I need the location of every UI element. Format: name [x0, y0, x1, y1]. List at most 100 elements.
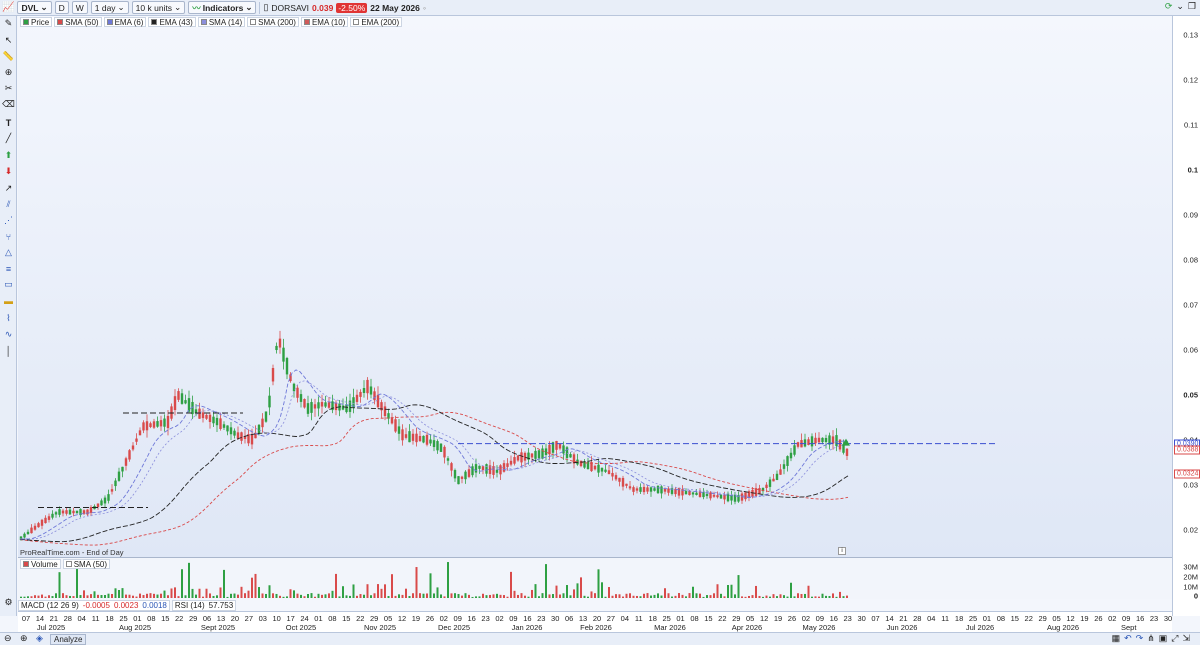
- candle-body: [299, 394, 303, 402]
- candle-body: [201, 412, 205, 419]
- candle-body: [121, 466, 124, 472]
- time-tick: 25: [119, 614, 128, 623]
- candle-body: [404, 434, 408, 438]
- legend-item[interactable]: Price: [20, 17, 53, 27]
- rectangle-icon[interactable]: ▭: [2, 278, 15, 291]
- candle-body: [772, 478, 775, 482]
- legend-item[interactable]: EMA (10): [300, 17, 349, 27]
- expand-icon[interactable]: ⇲: [1182, 633, 1190, 644]
- trendline-icon[interactable]: ╱: [2, 132, 15, 145]
- volume-bar: [237, 594, 239, 598]
- price-axis[interactable]: 0.130.120.110.10.090.080.070.060.050.040…: [1172, 16, 1200, 616]
- volume-bar: [636, 595, 638, 598]
- volume-sma-legend-item[interactable]: SMA (50): [62, 559, 111, 569]
- volume-bar: [825, 595, 827, 598]
- settings-icon[interactable]: ⚙: [2, 596, 15, 609]
- volume-tick: 10M: [1183, 582, 1198, 592]
- candle-body: [523, 452, 527, 461]
- volume-bar: [352, 584, 355, 598]
- eraser-icon[interactable]: ⌫: [2, 98, 15, 111]
- candle-body: [460, 476, 464, 479]
- volume-legend-item[interactable]: Volume: [20, 559, 61, 569]
- refresh-icon[interactable]: ⟳: [1165, 1, 1173, 12]
- down-arrow-icon[interactable]: ⬇: [2, 165, 15, 178]
- time-axis[interactable]: 07 14 21 28 04 11 18 25 01 08 15 22 29 06 13 20 27 03 10 17…: [18, 611, 1172, 641]
- candle-body: [453, 470, 457, 479]
- chevron-down-icon: ⌄: [117, 2, 125, 12]
- legend-item[interactable]: SMA (50): [54, 17, 102, 27]
- volume-tick: 30M: [1183, 562, 1198, 572]
- text-tool-icon[interactable]: T: [2, 116, 15, 129]
- interval-selector[interactable]: 1 day ⌄: [90, 1, 129, 14]
- price-tick: 0.05: [1183, 390, 1198, 400]
- scissors-icon[interactable]: ✂: [2, 82, 15, 95]
- legend-item[interactable]: EMA (6): [103, 17, 147, 27]
- candle-body: [383, 406, 387, 416]
- price-chart-area[interactable]: [18, 16, 1172, 557]
- redo-icon[interactable]: ↷: [1136, 633, 1144, 644]
- candle-body: [390, 417, 394, 424]
- candle-body: [495, 469, 499, 473]
- undo-icon[interactable]: ↶: [1124, 633, 1132, 644]
- triangle-icon[interactable]: △: [2, 246, 15, 259]
- instrument-name: DORSAVI: [271, 2, 310, 13]
- zoom-icon[interactable]: ⊕: [2, 66, 15, 79]
- candle-body: [667, 488, 670, 493]
- arrow-icon[interactable]: ↗: [2, 182, 15, 195]
- fibonacci-icon[interactable]: ≡: [2, 262, 15, 275]
- volume-bar: [583, 595, 586, 598]
- price-tick: 0.09: [1183, 210, 1198, 220]
- volume-bar: [233, 593, 236, 598]
- info-icon[interactable]: ◦: [423, 3, 426, 13]
- volume-bar: [331, 590, 334, 598]
- candle-body: [250, 434, 254, 445]
- analyze-button[interactable]: Analyze: [50, 634, 87, 645]
- zoom-out-icon[interactable]: ⊖: [4, 633, 12, 644]
- chart-icon[interactable]: 📈: [2, 2, 14, 13]
- fan-icon[interactable]: ⋰: [2, 214, 15, 227]
- pencil-icon[interactable]: ✎: [2, 17, 15, 30]
- price-chart-svg[interactable]: [18, 16, 1172, 557]
- weekly-mode-button[interactable]: W: [71, 1, 88, 14]
- daily-mode-button[interactable]: D: [54, 1, 69, 14]
- time-tick: 27: [606, 614, 616, 623]
- macd-readout[interactable]: MACD (12 26 9) -0.0005 0.0023 0.0018: [18, 600, 170, 611]
- wave-icon[interactable]: ⌇: [2, 312, 15, 325]
- time-tick: 16: [523, 614, 532, 623]
- cursor-icon[interactable]: ↖: [2, 34, 15, 47]
- candle-body: [814, 437, 817, 444]
- ruler-icon[interactable]: 📏: [2, 50, 15, 63]
- chevron-down-icon[interactable]: ⌄: [1176, 1, 1184, 12]
- legend-label: SMA (14): [208, 17, 243, 27]
- up-arrow-icon[interactable]: ⬆: [2, 149, 15, 162]
- fit-icon[interactable]: ⤢: [1171, 633, 1178, 644]
- volume-panel[interactable]: Volume SMA (50): [18, 557, 1172, 599]
- rsi-readout[interactable]: RSI (14) 57.753: [171, 600, 237, 611]
- grid-icon[interactable]: ▦: [1112, 633, 1121, 644]
- volume-bar: [412, 593, 414, 598]
- candle-body: [65, 510, 68, 514]
- magnet-icon[interactable]: ⋔: [1147, 633, 1155, 644]
- volume-bar: [779, 594, 782, 598]
- legend-item[interactable]: EMA (200): [350, 17, 403, 27]
- units-selector[interactable]: 10 k units ⌄: [131, 1, 186, 14]
- cycle-icon[interactable]: ∿: [2, 328, 15, 341]
- legend-item[interactable]: EMA (43): [148, 17, 196, 27]
- vertical-line-icon[interactable]: │: [2, 344, 15, 357]
- volume-bar: [629, 593, 631, 598]
- info-icon[interactable]: i: [838, 547, 846, 555]
- time-tick: 08: [690, 614, 699, 623]
- volume-bar: [671, 596, 673, 598]
- screenshot-icon[interactable]: ▣: [1159, 633, 1168, 644]
- indicators-button[interactable]: 〰 Indicators ⌄: [188, 1, 257, 14]
- candle-body: [835, 435, 838, 447]
- zoom-in-icon[interactable]: ⊕: [20, 633, 28, 644]
- symbol-selector[interactable]: DVL ⌄: [17, 1, 52, 14]
- pitchfork-icon[interactable]: ⑂: [2, 230, 15, 243]
- volume-bar: [828, 596, 831, 598]
- legend-item[interactable]: SMA (14): [197, 17, 246, 27]
- highlighter-icon[interactable]: ▬: [2, 294, 15, 307]
- channel-icon[interactable]: ⫽: [2, 198, 15, 211]
- restore-icon[interactable]: ❐: [1188, 1, 1196, 12]
- legend-item[interactable]: SMA (200): [247, 17, 299, 27]
